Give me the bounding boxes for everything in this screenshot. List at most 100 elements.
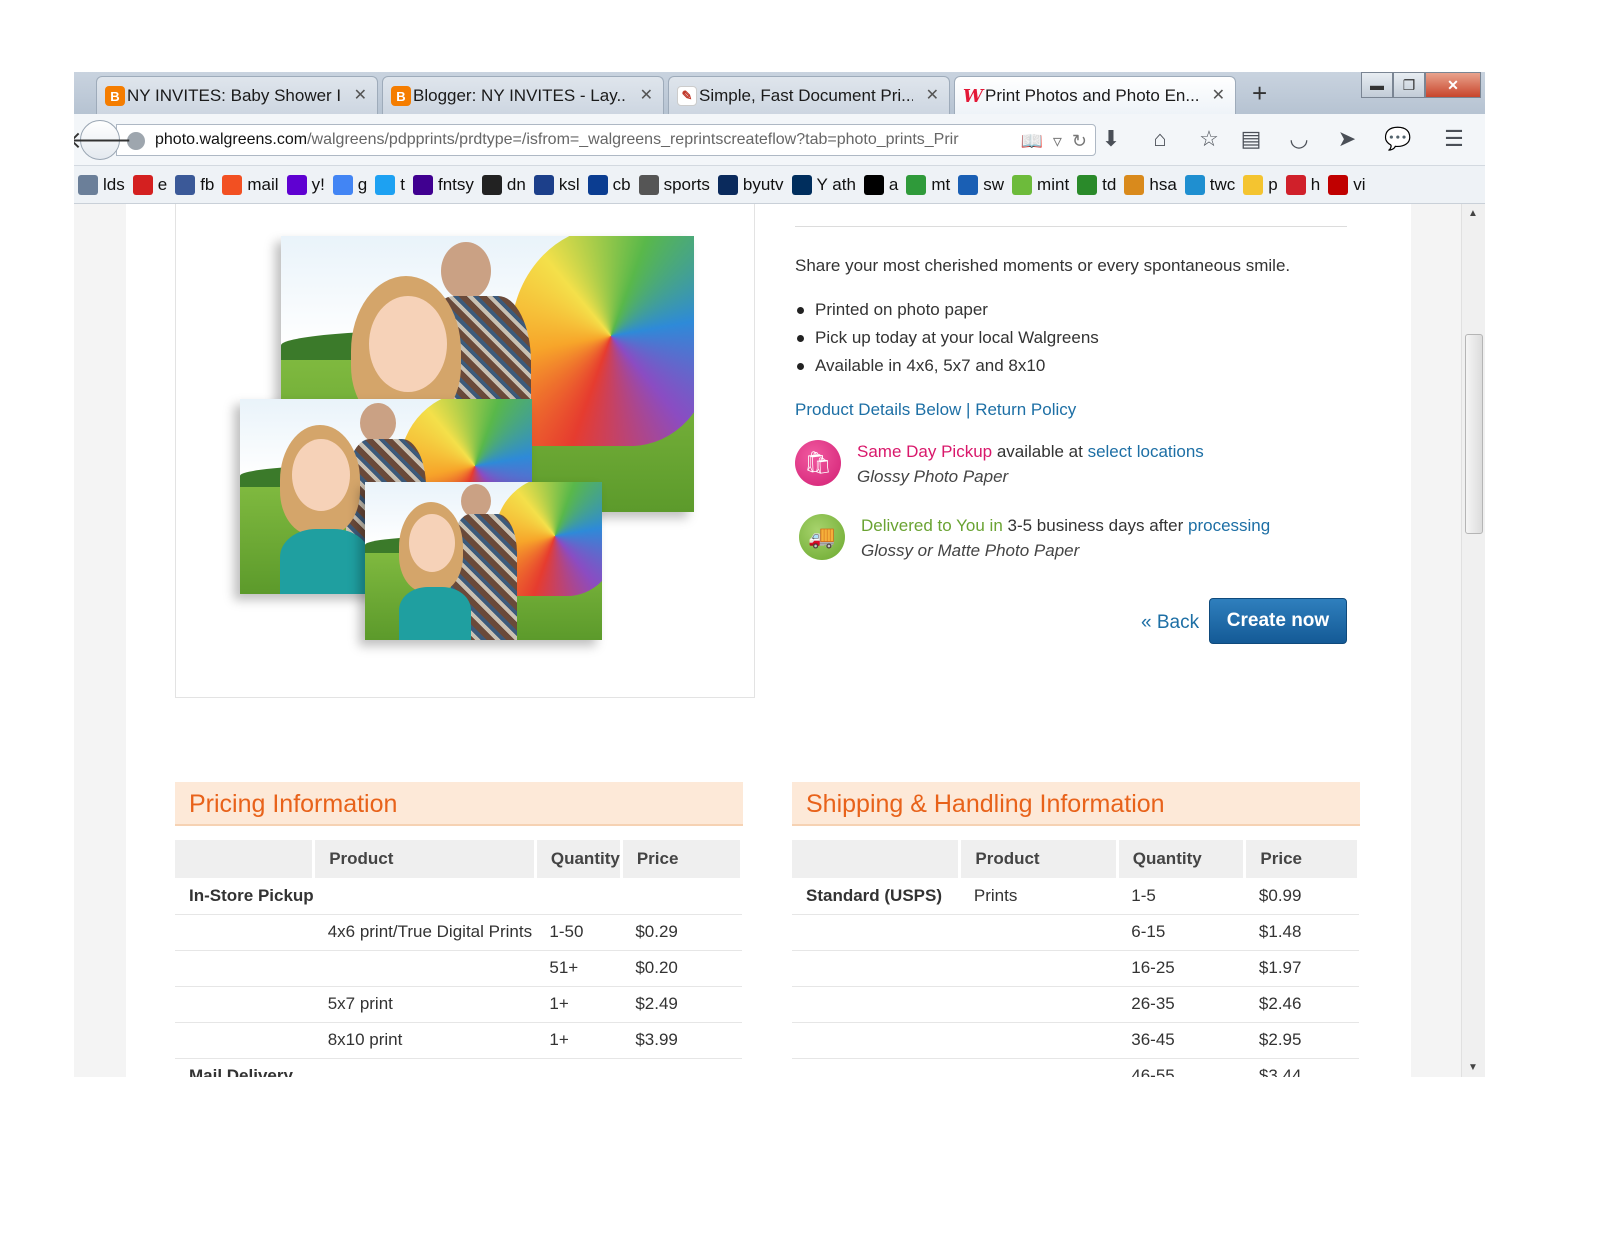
bookmark-item[interactable]: fb [175,174,215,195]
bookmark-label: g [357,174,368,194]
menu-icon[interactable]: ☰ [1439,126,1469,152]
bookmark-item[interactable]: cb [587,174,631,195]
scroll-up-icon[interactable]: ▲ [1468,208,1478,219]
bookmark-item[interactable]: mt [906,174,950,195]
close-tab-icon[interactable]: ✕ [640,85,653,105]
bookmark-label: hsa [1149,174,1177,194]
table-cell-group: Standard (USPS) [792,878,960,915]
minimize-button[interactable]: ▬ [1361,72,1393,98]
table-cell-price [621,1058,742,1077]
send-icon[interactable]: ➤ [1332,126,1362,152]
processing-link[interactable]: processing [1188,516,1270,535]
back-link[interactable]: « Back [1141,612,1199,634]
table-cell-group [792,950,960,987]
bookmark-item[interactable]: twc [1184,174,1235,195]
column-header: Product [959,840,1119,878]
bookmark-item[interactable]: td [1077,174,1116,195]
vertical-scrollbar[interactable]: ▲ ▼ [1461,204,1485,1077]
table-cell-qty: 36-45 [1117,1022,1245,1059]
bookmark-favicon-icon [1328,174,1349,195]
reload-icon[interactable]: ↻ [1072,131,1087,152]
new-tab-button[interactable]: + [1252,80,1267,106]
bookmark-item[interactable]: a [863,174,899,195]
pickup-line: Same Day Pickup available at select loca… [857,442,1204,462]
reader-view-icon[interactable]: 📖 [1020,131,1042,152]
navigation-bar: photo.walgreens.com/walgreens/pdpprints/… [74,114,1485,166]
product-details-link[interactable]: Product Details Below [795,400,961,419]
feature-item: Available in 4x6, 5x7 and 8x10 [795,352,1099,380]
table-row: 51+ $0.20 [175,950,742,987]
bookmark-item[interactable]: ksl [533,174,580,195]
bookmark-favicon-icon [78,174,98,195]
clipboard-icon[interactable]: ▤ [1236,126,1266,152]
bookmark-label: a [888,174,899,194]
tab-strip: B NY INVITES: Baby Shower I... ✕ B Blogg… [74,72,1485,114]
table-row: 16-25 $1.97 [792,950,1359,987]
download-icon[interactable]: ⬇ [1096,126,1126,152]
bookmark-label: vi [1353,174,1366,194]
bookmark-star-icon[interactable]: ☆ [1194,126,1224,152]
bookmark-item[interactable]: h [1285,174,1320,195]
bookmark-item[interactable]: e [132,174,167,195]
bookmark-favicon-icon [132,174,153,195]
bookmark-favicon-icon [1184,174,1205,195]
bookmark-item[interactable]: byutv [717,174,784,195]
bookmark-favicon-icon [791,174,812,195]
bookmark-item[interactable]: fntsy [413,174,474,195]
home-icon[interactable]: ⌂ [1145,126,1175,152]
scroll-down-icon[interactable]: ▼ [1468,1062,1478,1073]
back-button[interactable]: 🡐 [74,120,132,160]
bookmark-item[interactable]: lds [78,174,125,195]
delivery-line: Delivered to You in 3-5 business days af… [861,516,1270,536]
create-now-button[interactable]: Create now [1209,598,1347,644]
close-tab-icon[interactable]: ✕ [354,85,367,105]
return-policy-link[interactable]: Return Policy [975,400,1076,419]
bookmark-item[interactable]: vi [1328,174,1366,195]
close-tab-icon[interactable]: ✕ [926,85,939,105]
bookmark-item[interactable]: g [332,174,368,195]
pocket-icon[interactable]: ◡ [1284,126,1314,152]
table-cell-product [959,1022,1118,1059]
bookmark-item[interactable]: sports [638,174,710,195]
tab-blogger[interactable]: B Blogger: NY INVITES - Lay... ✕ [382,76,664,114]
column-header [175,840,316,878]
bookmark-favicon-icon [1077,174,1098,195]
bookmark-label: fb [200,174,215,194]
bookmark-item[interactable]: p [1243,174,1278,195]
table-cell-group [175,950,314,987]
link-separator: | [961,400,976,419]
table-cell-product [313,878,536,915]
column-header: Product [313,840,537,878]
restore-button[interactable]: ❐ [1393,72,1425,98]
bookmark-item[interactable]: t [375,174,405,195]
table-cell-price: $3.44 [1244,1058,1359,1077]
bookmark-item[interactable]: Y ath [791,174,856,195]
tab-walgreens[interactable]: W Print Photos and Photo En... ✕ [954,76,1236,114]
select-locations-link[interactable]: select locations [1088,442,1204,461]
close-window-button[interactable]: ✕ [1425,72,1481,98]
bookmark-label: sports [663,174,710,194]
pickup-middle-text: available at [992,442,1088,461]
bookmark-item[interactable]: mail [222,174,279,195]
table-cell-product: 4x6 print/True Digital Prints [313,914,536,951]
pricing-table: Product Quantity Price In-Store Pickup 4x… [175,840,744,1077]
close-tab-icon[interactable]: ✕ [1212,85,1225,105]
table-cell-qty: 16-25 [1117,950,1245,987]
bookmark-item[interactable]: hsa [1124,174,1177,195]
bookmark-item[interactable]: y! [286,174,325,195]
bookmark-favicon-icon [222,174,243,195]
address-bar[interactable]: photo.walgreens.com/walgreens/pdpprints/… [116,124,1096,156]
bookmark-item[interactable]: dn [481,174,526,195]
tab-simple-fast[interactable]: ✎ Simple, Fast Document Pri... ✕ [668,76,950,114]
dropdown-arrow-icon[interactable]: ▿ [1053,131,1062,152]
table-cell-group [792,1022,960,1059]
scroll-thumb[interactable] [1465,334,1483,534]
bookmark-item[interactable]: sw [958,174,1004,195]
bookmark-item[interactable]: mint [1012,174,1069,195]
delivery-truck-icon: 🚚 [799,514,845,560]
table-cell-qty: 6-15 [1117,914,1245,951]
tab-ny-invites[interactable]: B NY INVITES: Baby Shower I... ✕ [96,76,378,114]
bookmark-label: byutv [742,174,784,194]
chat-icon[interactable]: 💬 [1383,126,1413,152]
table-row: 4x6 print/True Digital Prints 1-50 $0.29 [175,914,742,951]
